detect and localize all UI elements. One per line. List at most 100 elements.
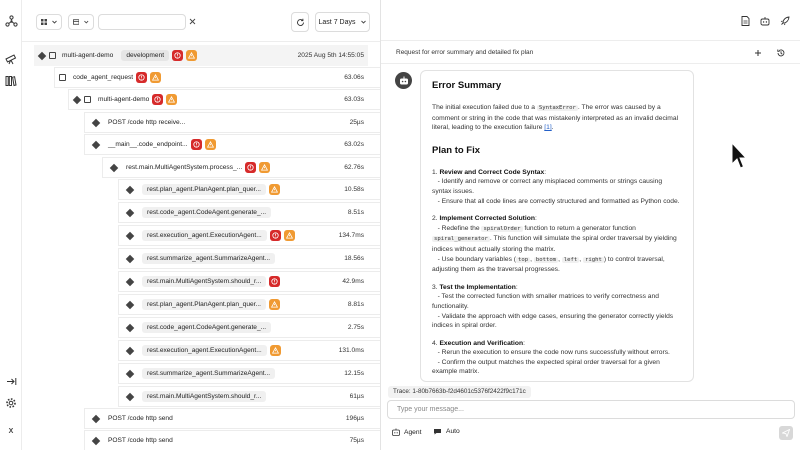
- trace-row[interactable]: POST /code http send 196µs: [84, 408, 380, 429]
- agent-mode-toggle[interactable]: Agent: [392, 428, 421, 436]
- trace-id-chip[interactable]: Trace: 1-80b7663b-f2d4601c5376f2422f9c17…: [388, 386, 531, 398]
- span-icon: [125, 254, 135, 263]
- span-duration: 131.0ms: [338, 347, 364, 354]
- expand-arrow-icon[interactable]: [4, 374, 18, 388]
- conversation-title: Request for error summary and detailed f…: [396, 49, 534, 56]
- span-icon: [125, 369, 135, 378]
- span-name: POST /code http receive...: [108, 119, 186, 126]
- inline-code: bottom: [533, 256, 559, 263]
- span-duration: 63.02s: [344, 141, 364, 148]
- span-duration: 196µs: [345, 415, 364, 422]
- time-range-label: Last 7 Days: [318, 18, 356, 26]
- gear-icon[interactable]: [4, 396, 18, 410]
- trace-row[interactable]: rest.plan_agent.PlanAgent.plan_quer... 8…: [118, 294, 380, 315]
- chat-bubble-icon: [434, 429, 441, 435]
- view-select[interactable]: [36, 14, 62, 30]
- step-title: Execution and Verification: [439, 339, 524, 347]
- warning-icon: [269, 345, 281, 356]
- telescope-icon[interactable]: [4, 52, 18, 66]
- trace-row[interactable]: rest.summarize_agent.SummarizeAgent... 1…: [118, 248, 380, 269]
- trace-row[interactable]: rest.summarize_agent.SummarizeAgent... 1…: [118, 363, 380, 384]
- error-icon: [136, 72, 148, 83]
- plan-step: 2. Implement Corrected Solution: - Redef…: [432, 214, 682, 275]
- span-duration: 63.03s: [344, 96, 364, 103]
- trace-row[interactable]: rest.code_agent.CodeAgent.generate_... 2…: [118, 317, 380, 338]
- span-timestamp: 2025 Aug 5th 14:55:05: [297, 52, 364, 59]
- span-name: rest.execution_agent.ExecutionAgent...: [142, 345, 267, 356]
- x-logo[interactable]: X: [4, 424, 18, 438]
- assistant-avatar: [395, 72, 412, 89]
- trace-search-input[interactable]: [98, 14, 186, 30]
- span-name: code_agent_request: [73, 74, 134, 81]
- time-range-select[interactable]: Last 7 Days: [315, 12, 370, 32]
- graph-logo-icon[interactable]: [4, 14, 18, 28]
- step-bullet: - Test the corrected function with small…: [432, 293, 659, 310]
- warning-icon: [166, 94, 178, 105]
- text: - Redefine the: [437, 224, 482, 232]
- rocket-icon[interactable]: [778, 14, 792, 28]
- refresh-button[interactable]: [291, 12, 309, 32]
- chat-header-actions: [751, 46, 788, 60]
- span-name: rest.main.MultiAgentSystem.process_...: [126, 164, 243, 171]
- span-duration: 25µs: [349, 119, 364, 126]
- trace-row-root[interactable]: multi-agent-demo development 2025 Aug 5t…: [34, 45, 368, 66]
- span-icon: [91, 118, 101, 127]
- trace-row[interactable]: rest.main.MultiAgentSystem.should_r... 6…: [118, 386, 380, 407]
- trace-row[interactable]: POST /code http receive... 25µs: [84, 112, 380, 133]
- document-icon[interactable]: [738, 14, 752, 28]
- trace-row[interactable]: rest.main.MultiAgentSystem.should_r... 4…: [118, 271, 380, 292]
- span-duration: 8.81s: [347, 301, 364, 308]
- chevron-down-icon: [52, 20, 57, 24]
- span-icon: [125, 277, 135, 286]
- layout-select[interactable]: [68, 14, 94, 30]
- span-name: rest.code_agent.CodeAgent.generate_...: [142, 322, 272, 333]
- chat-header: Request for error summary and detailed f…: [381, 40, 800, 64]
- trace-row[interactable]: rest.execution_agent.ExecutionAgent... 1…: [118, 340, 380, 361]
- warning-icon: [269, 184, 281, 195]
- text: :: [515, 283, 518, 291]
- trace-row[interactable]: rest.code_agent.CodeAgent.generate_... 8…: [118, 202, 380, 223]
- inline-code: left: [561, 256, 580, 263]
- trace-row[interactable]: POST /code http send 75µs: [84, 430, 380, 450]
- trace-row[interactable]: rest.main.MultiAgentSystem.process_... 6…: [102, 157, 380, 178]
- send-button[interactable]: [779, 426, 793, 440]
- trace-tree: multi-agent-demo development 2025 Aug 5t…: [22, 44, 380, 450]
- refresh-icon: [296, 18, 304, 26]
- text: :: [523, 339, 525, 347]
- library-icon[interactable]: [4, 74, 18, 88]
- plan-step: 3. Test the Implementation: - Test the c…: [432, 283, 682, 331]
- new-chat-icon[interactable]: [751, 46, 765, 60]
- span-duration: 42.9ms: [342, 278, 364, 285]
- agent-icon: [392, 428, 400, 436]
- span-icon: [125, 185, 135, 194]
- warning-icon: [204, 139, 216, 150]
- auto-mode-toggle[interactable]: Auto: [433, 428, 460, 435]
- mouse-cursor-icon: [731, 142, 747, 169]
- span-name: rest.main.MultiAgentSystem.should_r...: [142, 391, 267, 402]
- citation-link[interactable]: [1]: [544, 124, 551, 131]
- trace-row[interactable]: __main__.code_endpoint... 63.02s: [84, 134, 380, 155]
- trace-row[interactable]: code_agent_request 63.06s: [54, 67, 380, 88]
- bot-icon[interactable]: [758, 14, 772, 28]
- trace-row[interactable]: multi-agent-demo 63.03s: [68, 89, 380, 110]
- inline-code: SyntaxError: [536, 105, 578, 111]
- span-icon: [91, 414, 101, 423]
- message-input[interactable]: Type your message...: [387, 400, 795, 419]
- agent-icon: [84, 96, 91, 103]
- trace-row[interactable]: rest.plan_agent.PlanAgent.plan_quer... 1…: [118, 179, 380, 200]
- grid-icon: [41, 19, 47, 25]
- plan-step: 4. Execution and Verification: - Rerun t…: [432, 339, 682, 377]
- clear-icon[interactable]: [189, 18, 196, 25]
- text: - Use boundary variables (: [437, 255, 517, 263]
- span-icon: [125, 300, 135, 309]
- span-icon: [72, 95, 82, 104]
- span-icon: [125, 346, 135, 355]
- warning-icon: [269, 299, 281, 310]
- trace-row[interactable]: rest.execution_agent.ExecutionAgent... 1…: [118, 225, 380, 246]
- history-icon[interactable]: [774, 46, 788, 60]
- span-duration: 18.56s: [344, 255, 364, 262]
- step-bullet: - Identify and remove or correct any mis…: [432, 178, 663, 195]
- span-name: multi-agent-demo: [62, 52, 114, 59]
- plan-step: 1. Review and Correct Code Syntax: - Ide…: [432, 168, 682, 206]
- span-duration: 12.15s: [344, 370, 364, 377]
